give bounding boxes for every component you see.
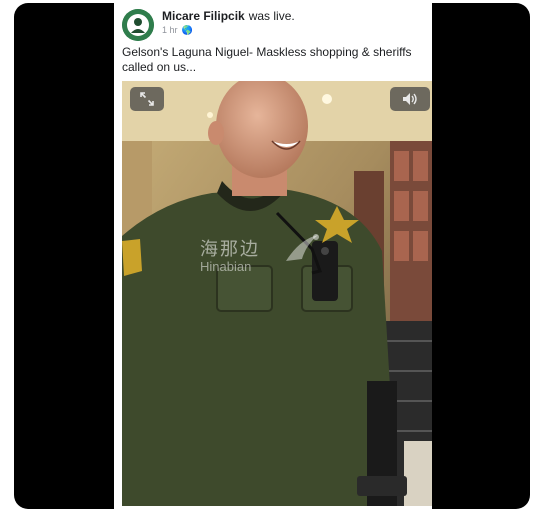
- volume-button[interactable]: [390, 87, 430, 111]
- facebook-post-card: Micare Filipcik was live. 1 hr 🌎 Gelson's …: [114, 3, 432, 509]
- post-text: Gelson's Laguna Niguel- Maskless shoppin…: [122, 45, 412, 74]
- expand-icon: [140, 92, 154, 106]
- fullscreen-button[interactable]: [130, 87, 164, 111]
- avatar-image: [122, 9, 154, 41]
- author-name-link[interactable]: Micare Filipcik: [162, 9, 245, 23]
- watermark-en: Hinabian: [200, 259, 252, 274]
- live-status-text: was live.: [248, 9, 295, 23]
- watermark-zh: 海那边: [200, 239, 260, 259]
- avatar[interactable]: [122, 9, 154, 41]
- author-line: Micare Filipcik was live.: [162, 9, 295, 23]
- speaker-icon: [403, 93, 417, 105]
- post-meta: 1 hr 🌎: [162, 25, 193, 36]
- live-video-player[interactable]: 海那边 Hinabian: [122, 81, 432, 506]
- globe-icon: 🌎: [181, 25, 193, 35]
- post-timestamp[interactable]: 1 hr: [162, 25, 178, 35]
- watermark-logo-icon: [286, 234, 319, 261]
- video-frame: [122, 81, 432, 506]
